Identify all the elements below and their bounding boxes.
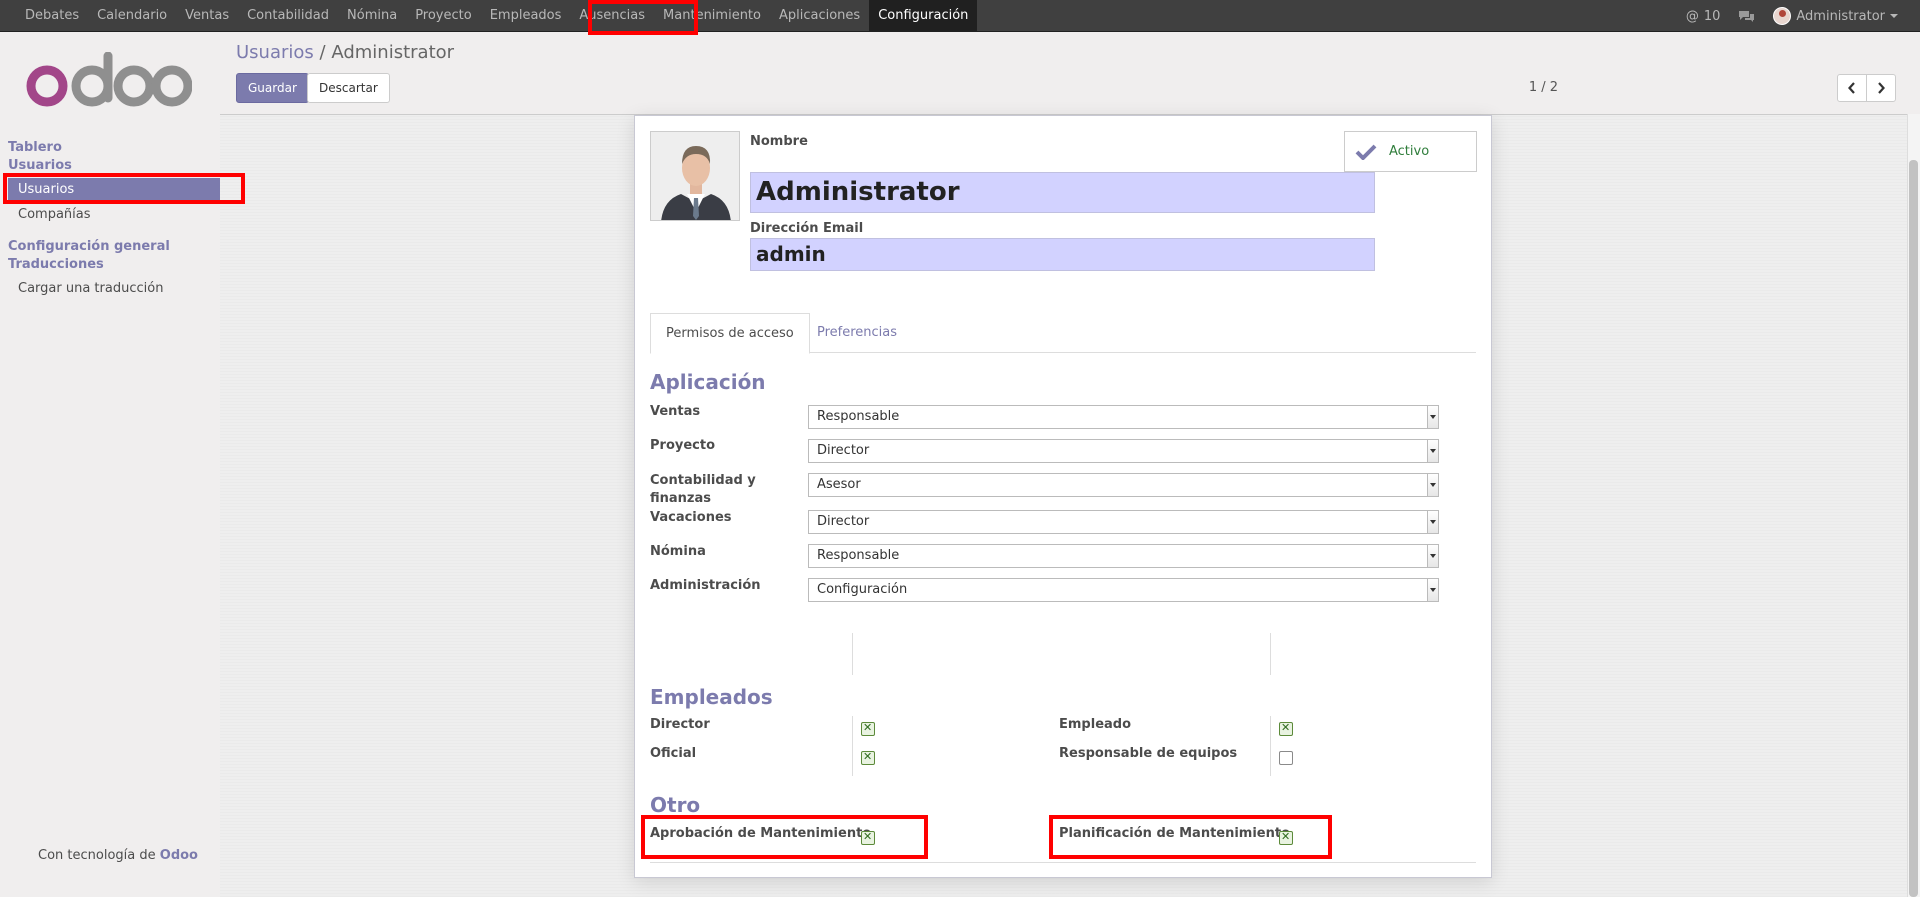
app-label-administracion: Administración [650, 578, 761, 593]
user-menu[interactable]: Administrator [1773, 7, 1898, 25]
emp-checkbox-oficial[interactable] [861, 750, 875, 765]
emp-checkbox-responsable-equipos[interactable] [1279, 751, 1293, 765]
column-divider [1270, 633, 1271, 675]
menu-contabilidad[interactable]: Contabilidad [238, 0, 338, 32]
mentions-count: 10 [1703, 8, 1721, 24]
save-button[interactable]: Guardar [236, 73, 309, 103]
section-aplicacion-title: Aplicación [650, 370, 766, 394]
emp-checkbox-empleado[interactable] [1279, 721, 1293, 736]
menu-aplicaciones[interactable]: Aplicaciones [770, 0, 869, 32]
chevron-down-icon [1427, 440, 1438, 462]
emp-label-director: Director [650, 717, 710, 732]
section-otro-title: Otro [650, 793, 701, 817]
sheet-bottom-divider [650, 862, 1476, 863]
notebook-tabs: Permisos de acceso Preferencias [650, 313, 1476, 354]
emp-label-oficial: Oficial [650, 746, 697, 761]
menu-configuracion[interactable]: Configuración [869, 0, 978, 32]
user-photo[interactable] [650, 131, 740, 221]
highlight-box-planificacion [1049, 815, 1332, 859]
top-menu: Debates Calendario Ventas Contabilidad N… [16, 0, 978, 32]
app-select-administracion-value: Configuración [817, 582, 908, 597]
breadcrumb-parent[interactable]: Usuarios [236, 42, 314, 63]
app-select-vacaciones[interactable]: Director [808, 510, 1439, 534]
pager-next-button[interactable] [1866, 74, 1896, 102]
discard-button[interactable]: Descartar [307, 73, 390, 103]
email-field[interactable]: admin [750, 238, 1375, 271]
menu-empleados[interactable]: Empleados [481, 0, 571, 32]
at-icon: @ [1685, 8, 1699, 24]
user-avatar [1773, 7, 1792, 25]
tab-permisos-de-acceso[interactable]: Permisos de acceso [650, 313, 810, 354]
check-icon [1355, 144, 1377, 160]
chevron-right-icon [1878, 82, 1885, 94]
column-divider [852, 716, 853, 776]
column-divider [852, 633, 853, 675]
app-select-proyecto-value: Director [817, 443, 870, 458]
sidebar-head-traducciones[interactable]: Traducciones [8, 257, 104, 272]
powered-by: Con tecnología de Odoo [38, 848, 198, 863]
highlight-box-mantenimiento-menu [588, 0, 698, 35]
sidebar-head-tablero[interactable]: Tablero [8, 140, 62, 155]
chevron-down-icon [1427, 406, 1438, 428]
sidebar-head-configuracion-general[interactable]: Configuración general [8, 239, 170, 254]
emp-label-responsable-equipos: Responsable de equipos [1059, 746, 1238, 761]
user-portrait-image [651, 132, 739, 220]
app-label-vacaciones: Vacaciones [650, 510, 732, 525]
app-label-nomina: Nómina [650, 544, 706, 559]
sidebar-item-cargar-traduccion[interactable]: Cargar una traducción [8, 277, 241, 301]
pager-value: 1 / 2 [1528, 80, 1558, 95]
app-label-ventas: Ventas [650, 404, 701, 419]
highlight-box-usuarios-item [3, 173, 245, 204]
chat-icon [1739, 10, 1755, 22]
tab-preferencias[interactable]: Preferencias [802, 313, 912, 354]
app-select-proyecto[interactable]: Director [808, 439, 1439, 463]
menu-proyecto[interactable]: Proyecto [406, 0, 481, 32]
breadcrumb-current: Administrator [331, 42, 455, 63]
menu-calendario[interactable]: Calendario [88, 0, 176, 32]
highlight-box-aprobacion [641, 815, 928, 859]
chevron-down-icon [1427, 474, 1438, 496]
app-select-vacaciones-value: Director [817, 514, 870, 529]
menu-nomina[interactable]: Nómina [338, 0, 406, 32]
app-select-ventas-value: Responsable [817, 409, 900, 424]
name-field[interactable]: Administrator [750, 172, 1375, 213]
sidebar-head-usuarios[interactable]: Usuarios [8, 158, 72, 173]
app-select-administracion[interactable]: Configuración [808, 578, 1439, 602]
app-label-proyecto: Proyecto [650, 438, 716, 453]
app-label-contabilidad: Contabilidad y finanzas [650, 473, 756, 506]
chevron-down-icon [1427, 579, 1438, 601]
emp-label-empleado: Empleado [1059, 717, 1132, 732]
name-label: Nombre [750, 134, 808, 149]
active-label: Activo [1389, 144, 1430, 159]
emp-checkbox-director[interactable] [861, 721, 875, 736]
app-select-nomina-value: Responsable [817, 548, 900, 563]
powered-prefix: Con tecnología de [38, 848, 156, 863]
email-label: Dirección Email [750, 221, 864, 236]
pager-previous-button[interactable] [1837, 74, 1867, 102]
app-select-contabilidad-value: Asesor [817, 477, 861, 492]
active-toggle-button[interactable]: Activo [1344, 131, 1477, 172]
scrollbar-thumb[interactable] [1909, 160, 1918, 897]
chevron-down-icon [1427, 545, 1438, 567]
mentions-button[interactable]: @ 10 [1686, 9, 1721, 24]
breadcrumb: Usuarios / Administrator [236, 42, 454, 63]
top-navbar: Debates Calendario Ventas Contabilidad N… [0, 0, 1920, 32]
sidebar-item-companias[interactable]: Compañías [8, 203, 241, 227]
chevron-down-icon [1427, 511, 1438, 533]
chevron-left-icon [1848, 82, 1855, 94]
column-divider [1270, 716, 1271, 776]
chat-button[interactable] [1738, 10, 1755, 23]
powered-brand-link[interactable]: Odoo [160, 848, 198, 863]
breadcrumb-separator: / [319, 42, 326, 63]
menu-debates[interactable]: Debates [16, 0, 88, 32]
user-name: Administrator [1796, 8, 1885, 24]
app-select-contabilidad[interactable]: Asesor [808, 473, 1439, 497]
odoo-logo[interactable] [26, 52, 192, 118]
app-select-nomina[interactable]: Responsable [808, 544, 1439, 568]
menu-ventas[interactable]: Ventas [176, 0, 238, 32]
app-select-ventas[interactable]: Responsable [808, 405, 1439, 429]
top-right-area: @ 10 Administrator [1686, 0, 1898, 32]
section-empleados-title: Empleados [650, 685, 773, 709]
chevron-down-icon [1890, 14, 1898, 18]
